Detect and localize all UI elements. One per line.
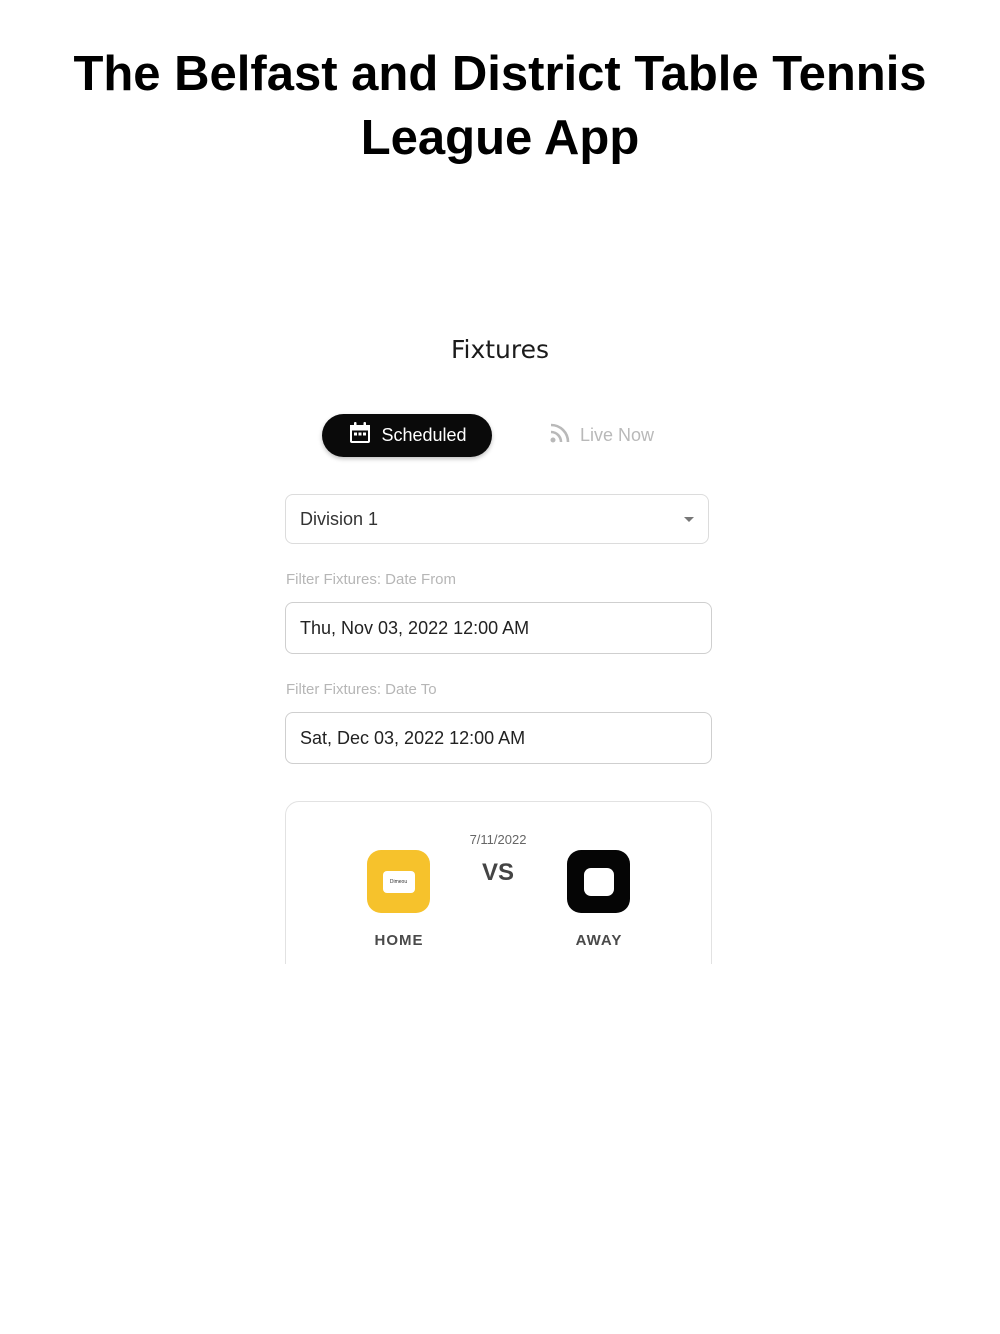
- away-team-logo[interactable]: [567, 850, 630, 913]
- date-to-label: Filter Fixtures: Date To: [286, 681, 437, 698]
- division-select-value: Division 1: [300, 508, 379, 529]
- rss-feed-icon: [548, 421, 572, 450]
- tab-scheduled[interactable]: Scheduled: [322, 414, 492, 457]
- tab-live-now[interactable]: Live Now: [548, 414, 668, 457]
- date-from-value: Thu, Nov 03, 2022 12:00 AM: [300, 617, 530, 638]
- division-select[interactable]: Division 1: [285, 494, 709, 544]
- home-label: HOME: [374, 932, 424, 949]
- away-logo-mark: [583, 867, 614, 896]
- versus-label: VS: [481, 859, 514, 886]
- app-screen: Fixtures Scheduled Live Now Division 1 F…: [270, 300, 730, 964]
- fixture-card[interactable]: 7/11/2022 VS Dimeou HOME AWAY: [285, 801, 712, 964]
- calendar-icon: [347, 420, 373, 451]
- home-logo-wordmark: Dimeou: [382, 870, 415, 893]
- caret-down-icon: [684, 517, 694, 522]
- date-to-field[interactable]: Sat, Dec 03, 2022 12:00 AM: [285, 712, 712, 764]
- fixture-date: 7/11/2022: [469, 832, 527, 847]
- tab-scheduled-label: Scheduled: [381, 425, 467, 445]
- date-from-field[interactable]: Thu, Nov 03, 2022 12:00 AM: [285, 602, 712, 654]
- date-from-label: Filter Fixtures: Date From: [286, 571, 457, 588]
- page-headline: The Belfast and District Table Tennis Le…: [73, 47, 927, 165]
- home-team-logo[interactable]: Dimeou: [367, 850, 430, 913]
- away-label: AWAY: [575, 932, 623, 949]
- tab-live-label: Live Now: [580, 425, 655, 445]
- date-to-value: Sat, Dec 03, 2022 12:00 AM: [300, 727, 526, 748]
- page-title: Fixtures: [450, 335, 550, 364]
